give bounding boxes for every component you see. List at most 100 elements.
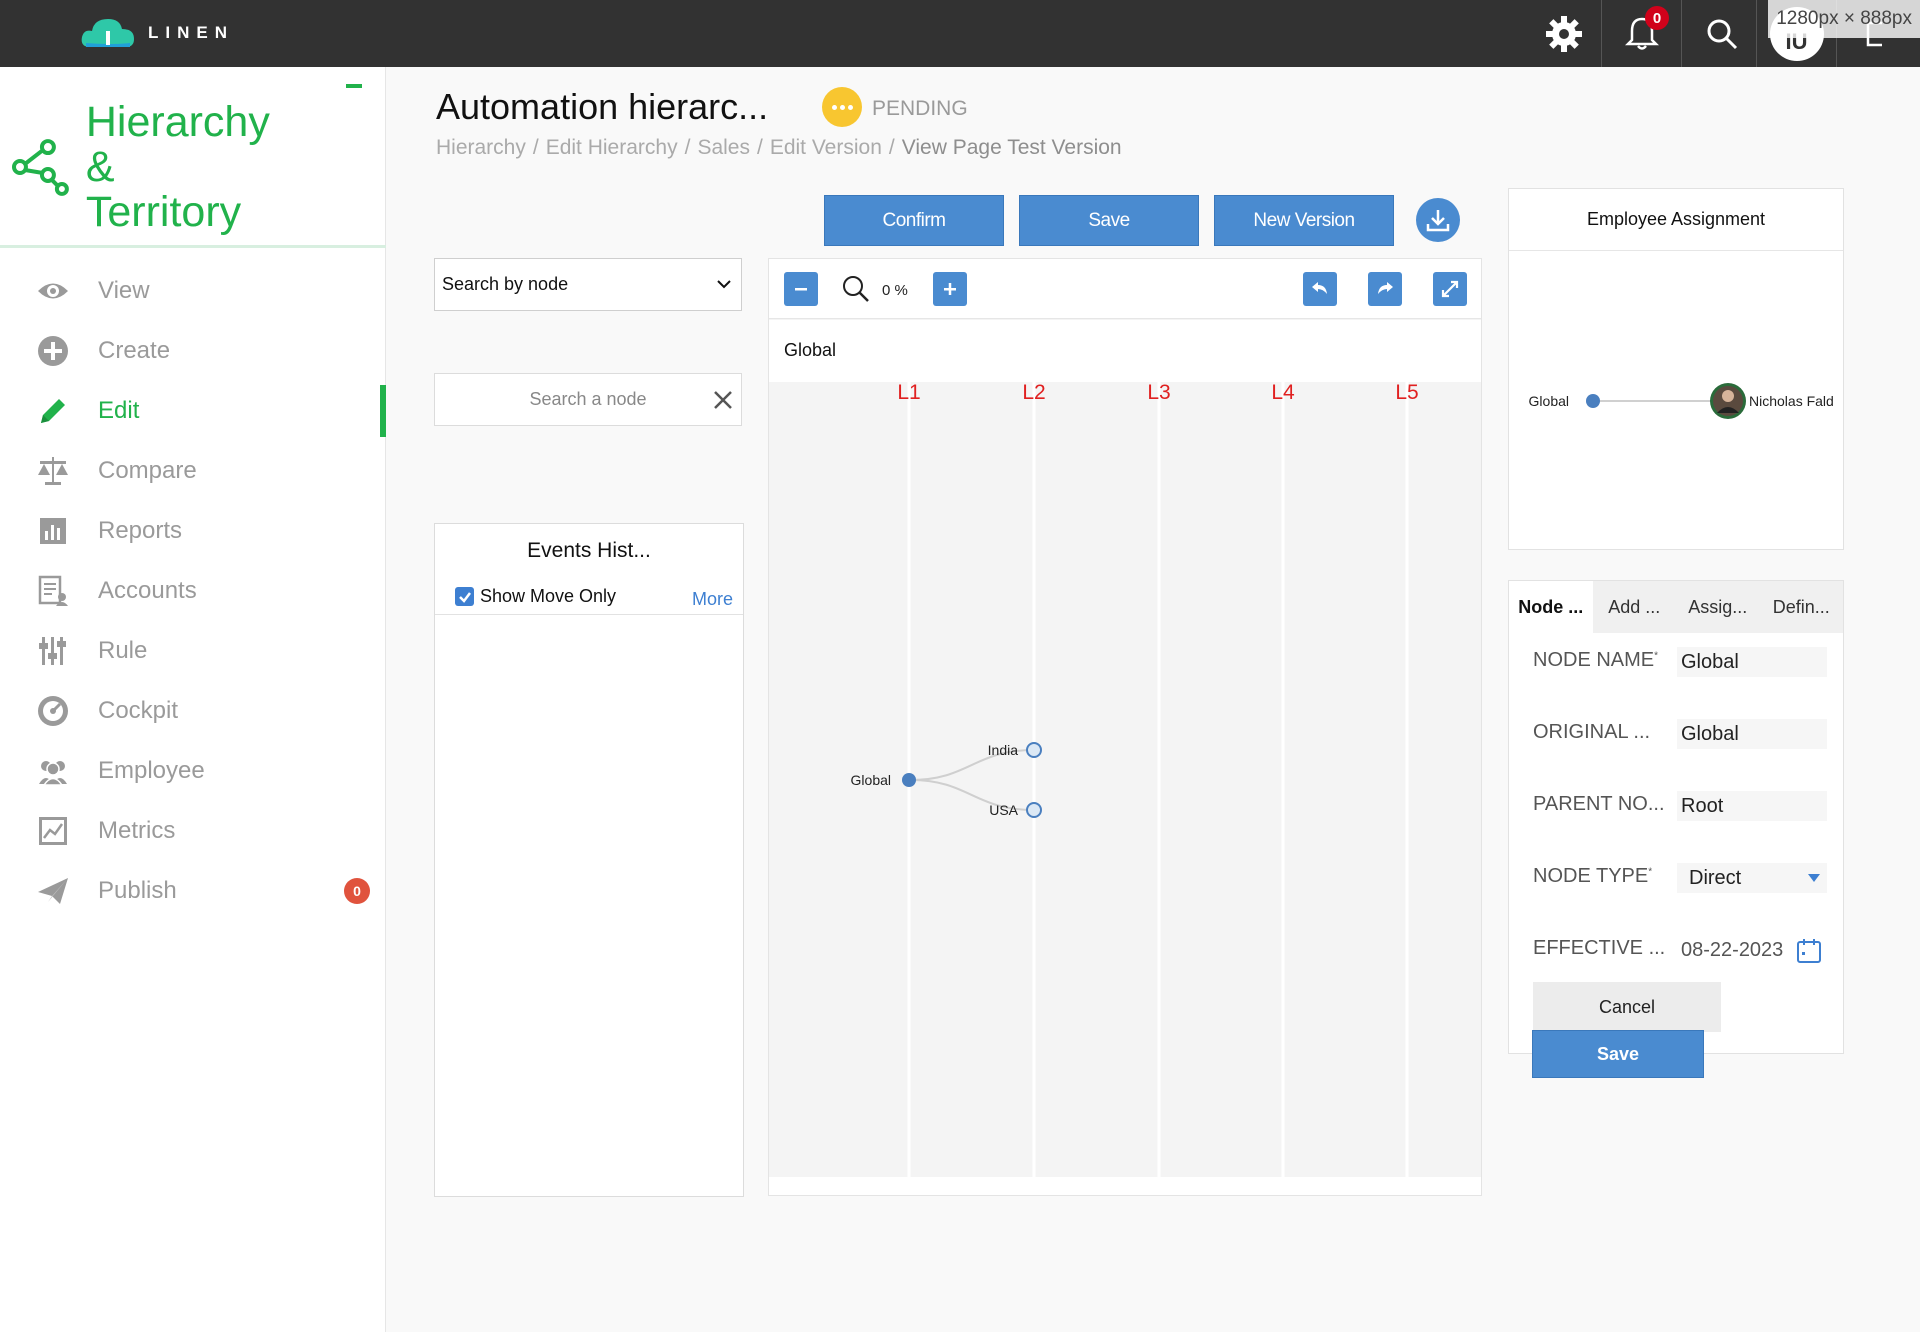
eye-icon <box>36 274 70 308</box>
checkbox-checked-icon[interactable] <box>455 587 474 606</box>
expand-icon <box>1441 280 1459 298</box>
sidebar-item-rule[interactable]: Rule <box>0 621 386 681</box>
effective-date-input[interactable]: 08-22-2023 <box>1677 935 1827 965</box>
sidebar-item-label: Metrics <box>98 817 176 844</box>
sidebar-item-compare[interactable]: Compare <box>0 441 386 501</box>
logo-text: LINEN <box>148 23 234 42</box>
field-label: NODE TYPE* <box>1533 865 1653 887</box>
sliders-icon <box>36 634 70 668</box>
gear-icon <box>1546 15 1582 52</box>
users-icon <box>36 754 70 788</box>
parent-node-input[interactable]: Root <box>1677 791 1827 821</box>
tree-node-label: USA <box>989 802 1018 818</box>
sidebar-item-edit[interactable]: Edit <box>0 381 386 441</box>
module-title: Hierarchy & Territory <box>86 100 310 235</box>
page-title: Automation hierarc... <box>436 86 769 127</box>
node-save-button[interactable]: Save <box>1532 1030 1704 1078</box>
notifications-button[interactable]: 0 <box>1601 0 1681 67</box>
search-by-select-value: Search by node <box>442 274 569 294</box>
sidebar-item-reports[interactable]: Reports <box>0 501 386 561</box>
effective-date-value: 08-22-2023 <box>1681 939 1784 961</box>
show-move-only-toggle[interactable]: Show Move Only <box>455 586 616 607</box>
sidebar-item-employee[interactable]: Employee <box>0 741 386 801</box>
breadcrumb-separator: / <box>532 136 539 159</box>
breadcrumb-separator: / <box>684 136 691 159</box>
field-label: PARENT NO... <box>1533 793 1665 815</box>
breadcrumb-edit-version[interactable]: Edit Version <box>770 136 882 160</box>
zoom-in-button[interactable] <box>933 272 967 306</box>
effective-date-field: EFFECTIVE ... 08-22-2023 <box>1533 931 1833 971</box>
breadcrumb-edit-hierarchy[interactable]: Edit Hierarchy <box>546 136 678 160</box>
assignment-node-dot[interactable] <box>1586 394 1600 408</box>
tree-node-india[interactable]: India <box>988 742 1042 758</box>
sidebar-item-label: Cockpit <box>98 697 179 724</box>
sidebar-item-publish[interactable]: Publish 0 <box>0 861 386 921</box>
top-bar: LINEN 0 IU 1280px × 888px <box>0 0 1920 67</box>
tab-define[interactable]: Defin... <box>1760 581 1844 633</box>
logo[interactable]: LINEN <box>80 15 234 51</box>
parent-node-field: PARENT NO... Root <box>1533 787 1833 827</box>
save-button[interactable]: Save <box>1019 195 1199 246</box>
search-by-select[interactable]: Search by node <box>434 258 742 311</box>
employee-name: Nicholas Fald <box>1749 393 1834 409</box>
node-details-tabs: Node ... Add ... Assig... Defin... <box>1509 581 1843 633</box>
search-button[interactable] <box>1681 0 1761 67</box>
confirm-button[interactable]: Confirm <box>824 195 1004 246</box>
sidebar-item-label: Compare <box>98 457 197 484</box>
node-type-select[interactable]: Direct <box>1677 863 1827 893</box>
breadcrumb: Hierarchy / Edit Hierarchy / Sales / Edi… <box>436 136 1122 160</box>
settings-button[interactable] <box>1524 0 1604 67</box>
plus-icon <box>944 283 956 295</box>
redo-button[interactable] <box>1368 272 1402 306</box>
calendar-icon[interactable] <box>1795 937 1823 965</box>
sidebar-item-accounts[interactable]: Accounts <box>0 561 386 621</box>
undo-button[interactable] <box>1303 272 1337 306</box>
tree-node-usa[interactable]: USA <box>989 802 1042 818</box>
field-label: ORIGINAL ... <box>1533 721 1651 743</box>
breadcrumb-sales[interactable]: Sales <box>697 136 750 160</box>
chevron-down-icon <box>717 280 731 289</box>
tree-scrollbar[interactable] <box>769 1177 1481 1195</box>
viewport-size-label: 1280px × 888px <box>1768 0 1920 38</box>
sidebar-item-cockpit[interactable]: Cockpit <box>0 681 386 741</box>
original-node-input[interactable]: Global <box>1677 719 1827 749</box>
sidebar-item-label: Reports <box>98 517 183 544</box>
sidebar-item-label: Publish <box>98 877 177 904</box>
download-icon <box>1426 210 1450 232</box>
zoom-level: 0 % <box>882 282 908 299</box>
clear-icon[interactable] <box>711 388 735 412</box>
tree-root-header: Global <box>769 320 1481 382</box>
module-brand: Hierarchy & Territory <box>10 100 310 235</box>
employee-avatar[interactable] <box>1710 383 1746 419</box>
sidebar-item-create[interactable]: Create <box>0 321 386 381</box>
tab-node[interactable]: Node ... <box>1509 581 1593 633</box>
more-link[interactable]: More <box>692 589 733 610</box>
download-button[interactable] <box>1416 198 1460 242</box>
module-title-line1: Hierarchy & <box>85 98 270 191</box>
events-history-title: Events Hist... <box>527 539 651 562</box>
sidebar-collapse-button[interactable] <box>346 84 362 88</box>
zoom-out-button[interactable] <box>784 272 818 306</box>
cancel-button[interactable]: Cancel <box>1533 982 1721 1032</box>
status-pending-icon <box>822 87 862 127</box>
bar-chart-icon <box>36 514 70 548</box>
show-move-only-label: Show Move Only <box>480 586 617 606</box>
fullscreen-button[interactable] <box>1433 272 1467 306</box>
employee-assignment-title: Employee Assignment <box>1509 189 1843 251</box>
level-label-l5: L5 <box>1395 382 1418 404</box>
new-version-button[interactable]: New Version <box>1214 195 1394 246</box>
breadcrumb-hierarchy[interactable]: Hierarchy <box>436 136 526 160</box>
sidebar-item-metrics[interactable]: Metrics <box>0 801 386 861</box>
level-label-l4: L4 <box>1271 382 1295 404</box>
hierarchy-tree[interactable]: L1 L2 L3 L4 L5 Global India USA <box>769 382 1481 1177</box>
tree-node-global[interactable]: Global <box>851 772 916 788</box>
tab-assign[interactable]: Assig... <box>1676 581 1760 633</box>
redo-icon <box>1378 282 1393 294</box>
tree-root-label: Global <box>784 340 837 360</box>
search-node-input[interactable]: Search a node <box>434 373 742 426</box>
node-name-input[interactable]: Global <box>1677 647 1827 677</box>
sidebar-item-view[interactable]: View <box>0 261 386 321</box>
search-node-placeholder: Search a node <box>529 389 647 409</box>
employee-assignment-graph[interactable]: Global Nicholas Fald <box>1509 251 1843 549</box>
tab-add[interactable]: Add ... <box>1593 581 1677 633</box>
